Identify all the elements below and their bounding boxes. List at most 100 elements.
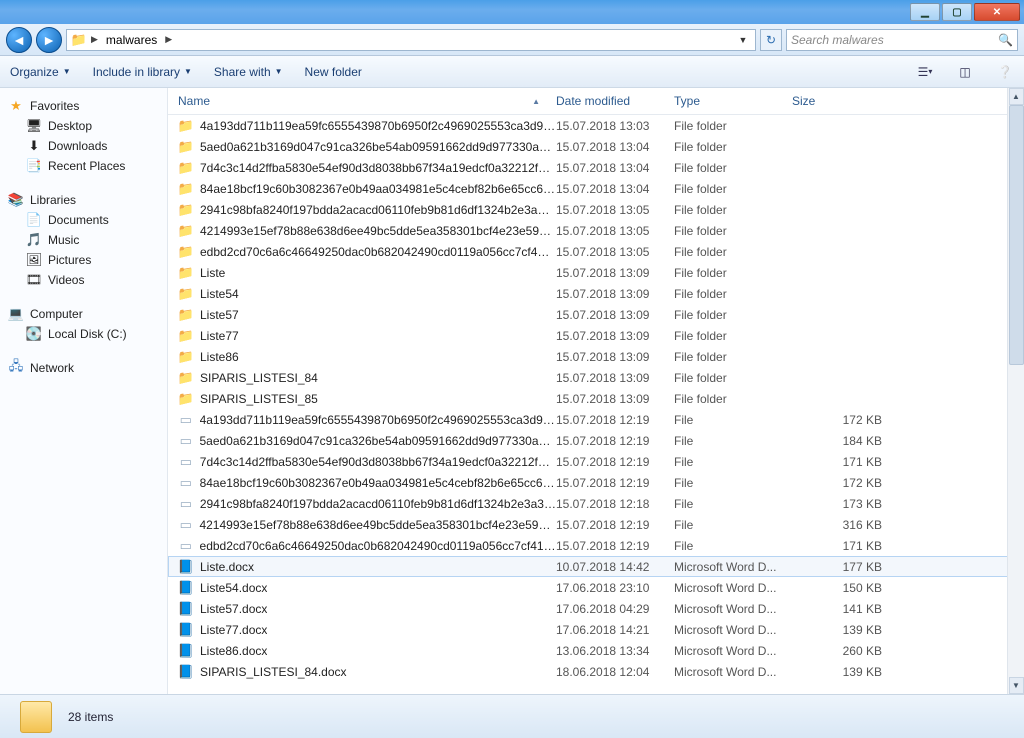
file-date: 15.07.2018 13:09 <box>556 371 674 385</box>
file-row[interactable]: 📘Liste57.docx17.06.2018 04:29Microsoft W… <box>168 598 1024 619</box>
file-row[interactable]: 📁2941c98bfa8240f197bdda2acacd06110feb9b8… <box>168 199 1024 220</box>
help-button[interactable]: ❔ <box>996 63 1014 81</box>
file-row[interactable]: 📁edbd2cd70c6a6c46649250dac0b682042490cd0… <box>168 241 1024 262</box>
file-row[interactable]: 📁Liste5415.07.2018 13:09File folder <box>168 283 1024 304</box>
file-row[interactable]: ▭84ae18bcf19c60b3082367e0b49aa034981e5c4… <box>168 472 1024 493</box>
file-size: 260 KB <box>792 644 892 658</box>
file-type: File folder <box>674 161 792 175</box>
share-with-button[interactable]: Share with▼ <box>214 65 283 79</box>
sidebar-item-downloads[interactable]: ⬇Downloads <box>6 136 161 156</box>
file-row[interactable]: 📁SIPARIS_LISTESI_8515.07.2018 13:09File … <box>168 388 1024 409</box>
refresh-button[interactable]: ↻ <box>760 29 782 51</box>
column-size[interactable]: Size <box>792 94 892 108</box>
file-row[interactable]: 📁Liste8615.07.2018 13:09File folder <box>168 346 1024 367</box>
file-row[interactable]: ▭4214993e15ef78b88e638d6ee49bc5dde5ea358… <box>168 514 1024 535</box>
file-row[interactable]: 📁7d4c3c14d2ffba5830e54ef90d3d8038bb67f34… <box>168 157 1024 178</box>
back-button[interactable]: ◄ <box>6 27 32 53</box>
include-in-library-button[interactable]: Include in library▼ <box>93 65 192 79</box>
file-row[interactable]: 📁4214993e15ef78b88e638d6ee49bc5dde5ea358… <box>168 220 1024 241</box>
preview-pane-button[interactable]: ◫ <box>956 63 974 81</box>
file-size: 139 KB <box>792 665 892 679</box>
address-dropdown[interactable]: ▼ <box>735 35 751 45</box>
address-bar[interactable]: 📁 ▶ malwares ▶ ▼ <box>66 29 756 51</box>
breadcrumb-segment[interactable]: malwares <box>102 33 161 47</box>
sidebar-group-network[interactable]: 🖧Network <box>6 358 161 378</box>
folder-icon: 📁 <box>178 328 194 344</box>
vertical-scrollbar[interactable]: ▲ ▼ <box>1007 88 1024 694</box>
sidebar-item-videos[interactable]: 🎞Videos <box>6 270 161 290</box>
file-row[interactable]: 📘Liste.docx10.07.2018 14:42Microsoft Wor… <box>168 556 1024 577</box>
organize-button[interactable]: Organize▼ <box>10 65 71 79</box>
column-type[interactable]: Type <box>674 94 792 108</box>
sidebar-group-libraries[interactable]: 📚Libraries <box>6 190 161 210</box>
file-name: 2941c98bfa8240f197bdda2acacd06110feb9b81… <box>200 203 556 217</box>
chevron-right-icon[interactable]: ▶ <box>165 34 172 45</box>
search-input[interactable]: Search malwares 🔍 <box>786 29 1018 51</box>
scroll-up-button[interactable]: ▲ <box>1009 88 1024 105</box>
file-date: 15.07.2018 13:03 <box>556 119 674 133</box>
sidebar-item-documents[interactable]: 📄Documents <box>6 210 161 230</box>
file-row[interactable]: ▭2941c98bfa8240f197bdda2acacd06110feb9b8… <box>168 493 1024 514</box>
folder-icon: 📁 <box>178 244 194 260</box>
file-name: 7d4c3c14d2ffba5830e54ef90d3d8038bb67f34a… <box>200 161 556 175</box>
sidebar-group-favorites[interactable]: ★Favorites <box>6 96 161 116</box>
file-row[interactable]: ▭4a193dd711b119ea59fc6555439870b6950f2c4… <box>168 409 1024 430</box>
file-icon: ▭ <box>178 454 194 470</box>
item-icon: 📑 <box>26 158 42 174</box>
new-folder-button[interactable]: New folder <box>305 65 362 79</box>
file-row[interactable]: 📁Liste5715.07.2018 13:09File folder <box>168 304 1024 325</box>
file-row[interactable]: 📘SIPARIS_LISTESI_84.docx18.06.2018 12:04… <box>168 661 1024 682</box>
forward-button[interactable]: ► <box>36 27 62 53</box>
file-row[interactable]: 📁Liste7715.07.2018 13:09File folder <box>168 325 1024 346</box>
chevron-right-icon[interactable]: ▶ <box>91 34 98 45</box>
sidebar-item-recent[interactable]: 📑Recent Places <box>6 156 161 176</box>
item-icon: 🖥 <box>26 118 42 134</box>
sidebar-item-desktop[interactable]: 🖥Desktop <box>6 116 161 136</box>
file-name: SIPARIS_LISTESI_84 <box>200 371 318 385</box>
sidebar-item-music[interactable]: 🎵Music <box>6 230 161 250</box>
close-button[interactable]: ✕ <box>974 3 1020 21</box>
file-row[interactable]: ▭edbd2cd70c6a6c46649250dac0b682042490cd0… <box>168 535 1024 556</box>
file-row[interactable]: 📁Liste15.07.2018 13:09File folder <box>168 262 1024 283</box>
file-row[interactable]: 📁84ae18bcf19c60b3082367e0b49aa034981e5c4… <box>168 178 1024 199</box>
file-row[interactable]: 📘Liste77.docx17.06.2018 14:21Microsoft W… <box>168 619 1024 640</box>
file-date: 17.06.2018 23:10 <box>556 581 674 595</box>
sidebar-item-pictures[interactable]: 🖼Pictures <box>6 250 161 270</box>
file-row[interactable]: ▭5aed0a621b3169d047c91ca326be54ab0959166… <box>168 430 1024 451</box>
file-type: Microsoft Word D... <box>674 581 792 595</box>
file-name: Liste57 <box>200 308 239 322</box>
file-name: 4214993e15ef78b88e638d6ee49bc5dde5ea3583… <box>200 224 556 238</box>
file-name: 4a193dd711b119ea59fc6555439870b6950f2c49… <box>200 119 556 133</box>
file-row[interactable]: 📘Liste86.docx13.06.2018 13:34Microsoft W… <box>168 640 1024 661</box>
scroll-down-button[interactable]: ▼ <box>1009 677 1024 694</box>
file-size: 171 KB <box>792 539 892 553</box>
view-options-button[interactable]: ☰▾ <box>916 63 934 81</box>
file-icon: ▭ <box>178 475 194 491</box>
item-icon: 🖼 <box>26 252 42 268</box>
column-name[interactable]: Name▲ <box>178 94 556 108</box>
item-icon: 📄 <box>26 212 42 228</box>
maximize-button[interactable]: ▢ <box>942 3 972 21</box>
file-date: 15.07.2018 12:18 <box>556 497 674 511</box>
sidebar-group-computer[interactable]: 💻Computer <box>6 304 161 324</box>
file-row[interactable]: 📁SIPARIS_LISTESI_8415.07.2018 13:09File … <box>168 367 1024 388</box>
file-name: Liste.docx <box>200 560 254 574</box>
scroll-thumb[interactable] <box>1009 105 1024 365</box>
file-name: SIPARIS_LISTESI_85 <box>200 392 318 406</box>
scroll-track[interactable] <box>1009 105 1024 677</box>
file-name: Liste77 <box>200 329 239 343</box>
file-type: Microsoft Word D... <box>674 623 792 637</box>
file-date: 15.07.2018 13:09 <box>556 392 674 406</box>
file-size: 316 KB <box>792 518 892 532</box>
file-row[interactable]: 📘Liste54.docx17.06.2018 23:10Microsoft W… <box>168 577 1024 598</box>
column-date[interactable]: Date modified <box>556 94 674 108</box>
file-date: 17.06.2018 04:29 <box>556 602 674 616</box>
file-row[interactable]: 📁4a193dd711b119ea59fc6555439870b6950f2c4… <box>168 115 1024 136</box>
file-type: File <box>674 413 792 427</box>
file-row[interactable]: 📁5aed0a621b3169d047c91ca326be54ab0959166… <box>168 136 1024 157</box>
file-date: 15.07.2018 12:19 <box>556 413 674 427</box>
sidebar-item-localdisk[interactable]: 💽Local Disk (C:) <box>6 324 161 344</box>
file-name: 5aed0a621b3169d047c91ca326be54ab09591662… <box>200 140 556 154</box>
file-row[interactable]: ▭7d4c3c14d2ffba5830e54ef90d3d8038bb67f34… <box>168 451 1024 472</box>
minimize-button[interactable]: ▁ <box>910 3 940 21</box>
